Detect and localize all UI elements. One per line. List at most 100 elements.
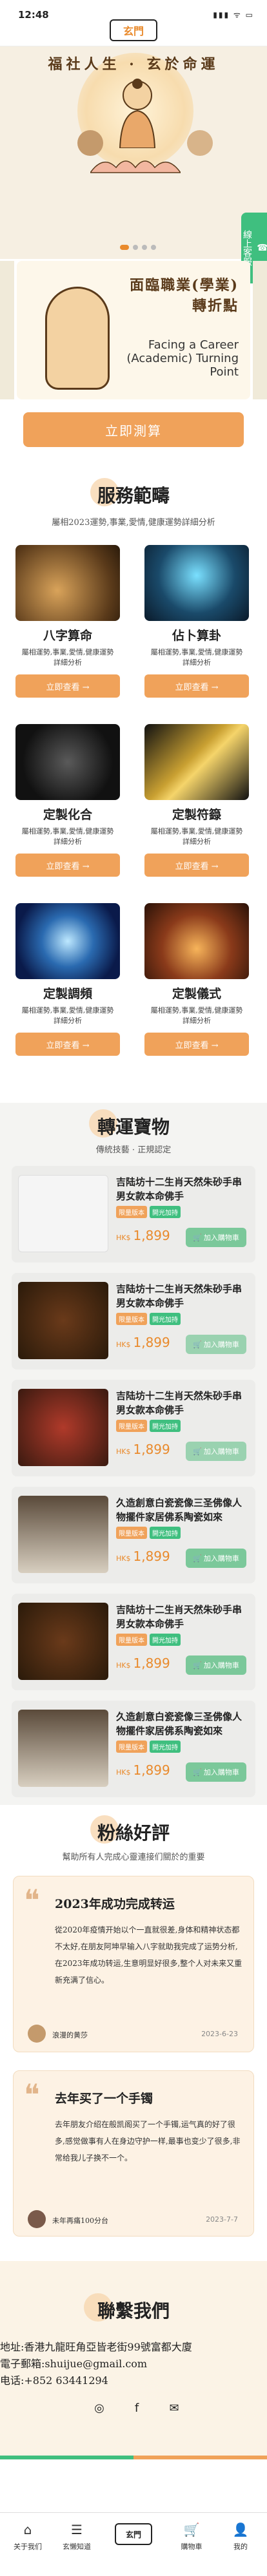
- tab-about[interactable]: ⌂ 关于我们: [5, 2522, 50, 2552]
- service-card[interactable]: 定製儀式 屬相運勢,事業,愛情,健康運勢詳細分析 立即查看 →: [144, 903, 249, 1056]
- hero-carousel-dots[interactable]: [120, 245, 156, 250]
- wechat-icon[interactable]: ✉: [166, 2399, 183, 2416]
- carousel-next-peek[interactable]: [253, 261, 267, 399]
- tab-knowledge[interactable]: ☰ 玄懒知道: [54, 2522, 99, 2552]
- add-to-cart-button[interactable]: 🛒 加入購物車: [186, 1762, 246, 1782]
- add-to-cart-button[interactable]: 🛒 加入購物車: [186, 1442, 246, 1461]
- add-to-cart-button[interactable]: 🛒 加入購物車: [186, 1335, 246, 1354]
- brand-logo[interactable]: 玄門: [110, 19, 157, 41]
- lotus-base: [90, 160, 181, 173]
- service-view-button[interactable]: 立即查看 →: [144, 674, 249, 698]
- review-date: 2023-6-23: [201, 2030, 238, 2038]
- brand-logo-text: 玄門: [123, 25, 144, 37]
- banner-title: 面臨職業(學業)轉折點: [130, 277, 239, 314]
- add-to-cart-label: 加入購物車: [203, 1554, 239, 1563]
- carousel-dot[interactable]: [120, 245, 129, 250]
- service-view-button[interactable]: 立即查看 →: [15, 854, 120, 877]
- product-price: HK$ 1,899: [116, 1442, 170, 1457]
- price-value: 1,899: [133, 1335, 170, 1350]
- home-icon: ⌂: [23, 2522, 32, 2537]
- tab-profile[interactable]: 👤 我的: [218, 2522, 263, 2552]
- cart-icon: 🛒: [193, 1340, 202, 1349]
- social-links: ◎ f ✉: [91, 2399, 183, 2416]
- facebook-icon[interactable]: f: [128, 2399, 145, 2416]
- product-card[interactable]: 久造創意白瓷瓷像三圣佛像人物擺件家居佛系陶瓷如來 限量版本 開光加持 HK$ 1,8…: [12, 1487, 255, 1583]
- add-to-cart-button[interactable]: 🛒 加入購物車: [186, 1228, 246, 1247]
- add-to-cart-button[interactable]: 🛒 加入購物車: [186, 1655, 246, 1675]
- product-card[interactable]: 吉陆坊十二生肖天然朱砂手串男女款本命佛手 限量版本 開光加持 HK$ 1,899 🛒…: [12, 1273, 255, 1369]
- product-card[interactable]: 吉陆坊十二生肖天然朱砂手串男女款本命佛手 限量版本 開光加持 HK$ 1,899 🛒…: [12, 1166, 255, 1263]
- product-price: HK$ 1,899: [116, 1228, 170, 1243]
- service-view-button[interactable]: 立即查看 →: [15, 1033, 120, 1056]
- status-time: 12:48: [18, 9, 49, 21]
- carousel-dot[interactable]: [133, 245, 138, 250]
- product-image: [18, 1389, 108, 1466]
- tag-limited: 限量版本: [116, 1634, 147, 1646]
- tag-limited: 限量版本: [116, 1420, 147, 1432]
- add-to-cart-label: 加入購物車: [203, 1340, 239, 1349]
- service-card[interactable]: 佔卜算卦 屬相運勢,事業,愛情,健康運勢詳細分析 立即查看 →: [144, 545, 249, 698]
- product-card[interactable]: 久造創意白瓷瓷像三圣佛像人物擺件家居佛系陶瓷如來 限量版本 開光加持 HK$ 1,8…: [12, 1701, 255, 1797]
- app-header: 12:48 ▮▮▮ ᯤ ▭ 玄門: [0, 0, 267, 46]
- tag-blessed: 開光加持: [150, 1313, 181, 1325]
- service-desc: 屬相運勢,事業,愛情,健康運勢詳細分析: [150, 1006, 243, 1025]
- product-name: 吉陆坊十二生肖天然朱砂手串男女款本命佛手: [116, 1604, 242, 1630]
- product-price: HK$ 1,899: [116, 1335, 170, 1350]
- tab-cart[interactable]: 🛒 購物車: [169, 2522, 214, 2552]
- product-tags: 限量版本 開光加持: [116, 1420, 181, 1432]
- service-card[interactable]: 定製符籙 屬相運勢,事業,愛情,健康運勢詳細分析 立即查看 →: [144, 724, 249, 877]
- gifts-subtitle: 傳統技藝 · 正規認定: [95, 1145, 172, 1155]
- add-to-cart-button[interactable]: 🛒 加入購物車: [186, 1549, 246, 1568]
- review-card: ❝ 2023年成功完成转运 從2020年疫情开始以个一直就很差,身体和精神状态都…: [13, 1876, 254, 2052]
- tab-home-logo[interactable]: 玄門: [115, 2523, 152, 2545]
- service-card[interactable]: 定製調頻 屬相運勢,事業,愛情,健康運勢詳細分析 立即查看 →: [15, 903, 120, 1056]
- banner-subtitle: Facing a Career (Academic) Turning Point: [126, 338, 239, 379]
- tab-label: 我的: [233, 2543, 248, 2551]
- tag-blessed: 開光加持: [150, 1527, 181, 1539]
- career-banner[interactable]: 面臨職業(學業)轉折點 Facing a Career (Academic) T…: [17, 261, 250, 399]
- product-card[interactable]: 吉陆坊十二生肖天然朱砂手串男女款本命佛手 限量版本 開光加持 HK$ 1,899 🛒…: [12, 1380, 255, 1476]
- user-icon: 👤: [232, 2522, 249, 2537]
- service-image: [144, 545, 249, 621]
- service-view-button[interactable]: 立即查看 →: [15, 674, 120, 698]
- tag-limited: 限量版本: [116, 1741, 147, 1753]
- product-image: [18, 1496, 108, 1573]
- carousel-dot[interactable]: [142, 245, 147, 250]
- add-to-cart-label: 加入購物車: [203, 1768, 239, 1777]
- carousel-dot[interactable]: [151, 245, 156, 250]
- add-to-cart-label: 加入購物車: [203, 1447, 239, 1456]
- figure-right-illustration: [187, 130, 213, 156]
- cta-label: 立即測算: [105, 423, 162, 439]
- product-name: 久造創意白瓷瓷像三圣佛像人物擺件家居佛系陶瓷如來: [116, 1497, 242, 1523]
- product-image: [18, 1710, 108, 1787]
- reviews-subtitle: 幫助所有人完成心靈連接们關於的重要: [62, 1853, 205, 1862]
- service-card[interactable]: 定製化合 屬相運勢,事業,愛情,健康運勢詳細分析 立即查看 →: [15, 724, 120, 877]
- review-title: 2023年成功完成转运: [55, 1897, 175, 1911]
- quote-icon: ❝: [24, 1883, 40, 1918]
- service-name: 定製符籙: [172, 808, 221, 822]
- calculate-now-button[interactable]: 立即測算: [23, 412, 244, 447]
- instagram-icon[interactable]: ◎: [91, 2399, 108, 2416]
- footer-accent-bar: [0, 2456, 267, 2459]
- product-image: [18, 1175, 108, 1252]
- product-tags: 限量版本 開光加持: [116, 1634, 181, 1646]
- contact-title: 聯繫我們: [97, 2300, 170, 2322]
- price-value: 1,899: [133, 1228, 170, 1243]
- currency: HK$: [116, 1554, 131, 1563]
- service-view-button[interactable]: 立即查看 →: [144, 1033, 249, 1056]
- tag-limited: 限量版本: [116, 1313, 147, 1325]
- product-card[interactable]: 吉陆坊十二生肖天然朱砂手串男女款本命佛手 限量版本 開光加持 HK$ 1,899 🛒…: [12, 1594, 255, 1690]
- price-value: 1,899: [133, 1762, 170, 1778]
- contact-phone[interactable]: 电话:+852 63441294: [0, 2372, 267, 2387]
- tab-label: 購物車: [181, 2543, 203, 2551]
- service-card[interactable]: 八字算命 屬相運勢,事業,愛情,健康運勢詳細分析 立即查看 →: [15, 545, 120, 698]
- product-name: 吉陆坊十二生肖天然朱砂手串男女款本命佛手: [116, 1283, 242, 1309]
- reviewer-avatar: [28, 2025, 46, 2043]
- tag-limited: 限量版本: [116, 1527, 147, 1539]
- contact-email[interactable]: 電子郵箱:shuijue@gmail.com: [0, 2355, 267, 2371]
- service-image: [15, 545, 120, 621]
- carousel-prev-peek[interactable]: [0, 261, 14, 399]
- service-view-button[interactable]: 立即查看 →: [144, 854, 249, 877]
- reviewer-name: 浪漫的黄莎: [52, 2031, 88, 2039]
- service-image: [15, 724, 120, 800]
